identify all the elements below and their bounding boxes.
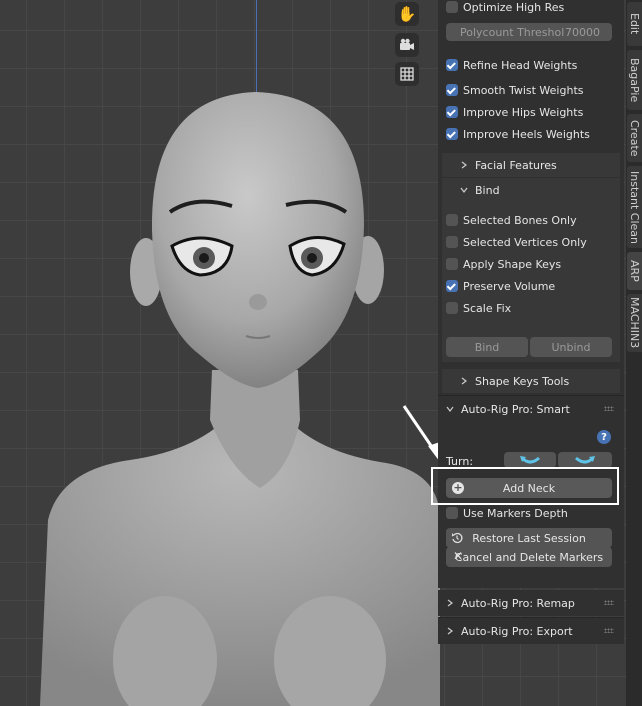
chevron-down-icon: [446, 406, 454, 412]
tab-label: BagaPie: [628, 57, 641, 103]
panel-title: Auto-Rig Pro: Smart: [461, 402, 570, 416]
close-icon: ✕: [453, 549, 464, 563]
add-neck-button[interactable]: + Add Neck: [446, 478, 612, 498]
pan-view-button[interactable]: ✋: [395, 2, 419, 26]
checkbox[interactable]: [446, 302, 458, 314]
help-icon[interactable]: ?: [597, 430, 611, 444]
chevron-right-icon: [447, 599, 453, 607]
tab-edit[interactable]: Edit: [627, 2, 642, 46]
turn-left-button[interactable]: [504, 452, 556, 468]
tab-arp[interactable]: ARP: [627, 252, 642, 290]
tab-instant-clean[interactable]: Instant Clean: [627, 166, 642, 248]
facial-features-subpanel[interactable]: Facial Features: [442, 153, 620, 177]
subpanel-label: Bind: [475, 183, 500, 197]
improve-heels-weights-row[interactable]: Improve Heels Weights: [438, 123, 624, 145]
option-label: Selected Bones Only: [463, 213, 577, 227]
rotate-left-icon: [520, 456, 540, 464]
option-label: Refine Head Weights: [463, 58, 578, 72]
tab-label: Instant Clean: [628, 170, 641, 244]
checkbox[interactable]: [446, 214, 458, 226]
field-value: 70000: [565, 25, 600, 39]
optimize-high-res-row[interactable]: Optimize High Res: [438, 0, 624, 18]
bind-button[interactable]: Bind: [446, 337, 528, 357]
checkbox[interactable]: [446, 236, 458, 248]
tab-label: MACHIN3: [628, 297, 641, 349]
drag-handle[interactable]: [604, 406, 614, 411]
tab-label: ARP: [628, 260, 641, 282]
restore-icon: [452, 532, 463, 544]
tab-label: Create: [628, 119, 641, 157]
smooth-twist-weights-row[interactable]: Smooth Twist Weights: [438, 79, 624, 101]
chevron-right-icon: [461, 377, 467, 385]
add-icon: +: [452, 481, 464, 494]
smart-panel-header[interactable]: Auto-Rig Pro: Smart: [438, 395, 624, 422]
checkbox[interactable]: [446, 106, 458, 118]
chevron-down-icon: [460, 187, 468, 193]
polycount-threshold-field[interactable]: Polycount Threshol 70000: [446, 23, 612, 41]
camera-icon: [400, 38, 414, 50]
selected-bones-only-row[interactable]: Selected Bones Only: [438, 209, 624, 231]
panel-title: Auto-Rig Pro: Export: [461, 624, 573, 638]
chevron-right-icon: [461, 161, 467, 169]
export-panel-header[interactable]: Auto-Rig Pro: Export: [438, 617, 624, 644]
ortho-grid-button[interactable]: [395, 62, 419, 86]
option-label: Improve Hips Weights: [463, 105, 584, 119]
option-label: Selected Vertices Only: [463, 235, 587, 249]
unbind-button[interactable]: Unbind: [530, 337, 612, 357]
checkbox[interactable]: [446, 507, 458, 519]
checkbox[interactable]: [446, 128, 458, 140]
subpanel-label: Shape Keys Tools: [475, 374, 570, 388]
apply-shape-keys-row[interactable]: Apply Shape Keys: [438, 253, 624, 275]
checkbox[interactable]: [446, 280, 458, 292]
rotate-right-icon: [575, 456, 595, 464]
restore-last-session-button[interactable]: Restore Last Session: [446, 528, 612, 548]
tab-create[interactable]: Create: [627, 114, 642, 162]
option-label: Improve Heels Weights: [463, 127, 590, 141]
checkbox[interactable]: [446, 84, 458, 96]
cancel-delete-markers-button[interactable]: ✕ Cancel and Delete Markers: [446, 547, 612, 567]
button-label: Restore Last Session: [472, 531, 586, 545]
use-markers-depth-row[interactable]: Use Markers Depth: [438, 502, 624, 524]
drag-handle[interactable]: [604, 600, 614, 605]
checkbox[interactable]: [446, 258, 458, 270]
checkbox[interactable]: [446, 59, 458, 71]
option-label: Use Markers Depth: [463, 506, 568, 520]
improve-hips-weights-row[interactable]: Improve Hips Weights: [438, 101, 624, 123]
hand-icon: ✋: [397, 5, 417, 23]
option-label: Scale Fix: [463, 301, 512, 315]
panel-title: Auto-Rig Pro: Remap: [461, 596, 575, 610]
checkbox[interactable]: [446, 1, 458, 13]
button-label: Cancel and Delete Markers: [454, 550, 604, 564]
shape-keys-tools-subpanel[interactable]: Shape Keys Tools: [442, 369, 620, 393]
bind-subpanel[interactable]: Bind: [442, 178, 620, 202]
subpanel-label: Facial Features: [475, 158, 557, 172]
option-label: Optimize High Res: [463, 0, 565, 14]
tab-bagapie[interactable]: BagaPie: [627, 50, 642, 110]
chevron-right-icon: [447, 627, 453, 635]
remap-panel-header[interactable]: Auto-Rig Pro: Remap: [438, 590, 624, 616]
field-label: Polycount Threshol: [460, 25, 565, 39]
selected-vertices-only-row[interactable]: Selected Vertices Only: [438, 231, 624, 253]
character-model: [40, 92, 440, 706]
refine-head-weights-row[interactable]: Refine Head Weights: [438, 54, 624, 76]
grid-icon: [400, 67, 414, 81]
option-label: Apply Shape Keys: [463, 257, 562, 271]
preserve-volume-row[interactable]: Preserve Volume: [438, 275, 624, 297]
turn-right-button[interactable]: [558, 452, 612, 468]
camera-view-button[interactable]: [395, 33, 419, 57]
option-label: Smooth Twist Weights: [463, 83, 584, 97]
tab-label: Edit: [628, 13, 641, 35]
scale-fix-row[interactable]: Scale Fix: [438, 297, 624, 319]
button-label: Add Neck: [502, 481, 556, 495]
drag-handle[interactable]: [604, 628, 614, 633]
tab-machin3[interactable]: MACHIN3: [627, 294, 642, 352]
option-label: Preserve Volume: [463, 279, 556, 293]
